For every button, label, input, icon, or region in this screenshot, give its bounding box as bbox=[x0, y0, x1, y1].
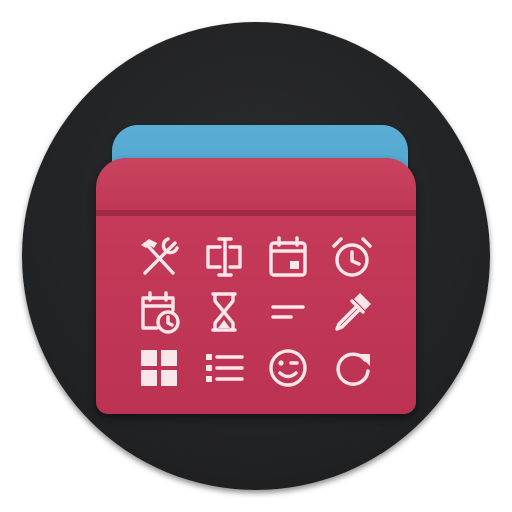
calendar-event-icon bbox=[264, 233, 312, 281]
short-text-icon bbox=[264, 288, 312, 336]
refresh-icon bbox=[328, 344, 376, 392]
grid-view-icon bbox=[135, 344, 183, 392]
front-card bbox=[96, 158, 416, 414]
calendar-clock-icon bbox=[135, 288, 183, 336]
card-divider bbox=[96, 210, 416, 216]
list-icon bbox=[200, 344, 248, 392]
card-header bbox=[96, 158, 416, 210]
text-field-icon bbox=[200, 233, 248, 281]
tools-icon bbox=[135, 233, 183, 281]
wink-face-icon bbox=[264, 344, 312, 392]
alarm-clock-icon bbox=[328, 233, 376, 281]
eyedropper-icon bbox=[328, 288, 376, 336]
hourglass-icon bbox=[200, 288, 248, 336]
app-icon bbox=[0, 0, 512, 512]
